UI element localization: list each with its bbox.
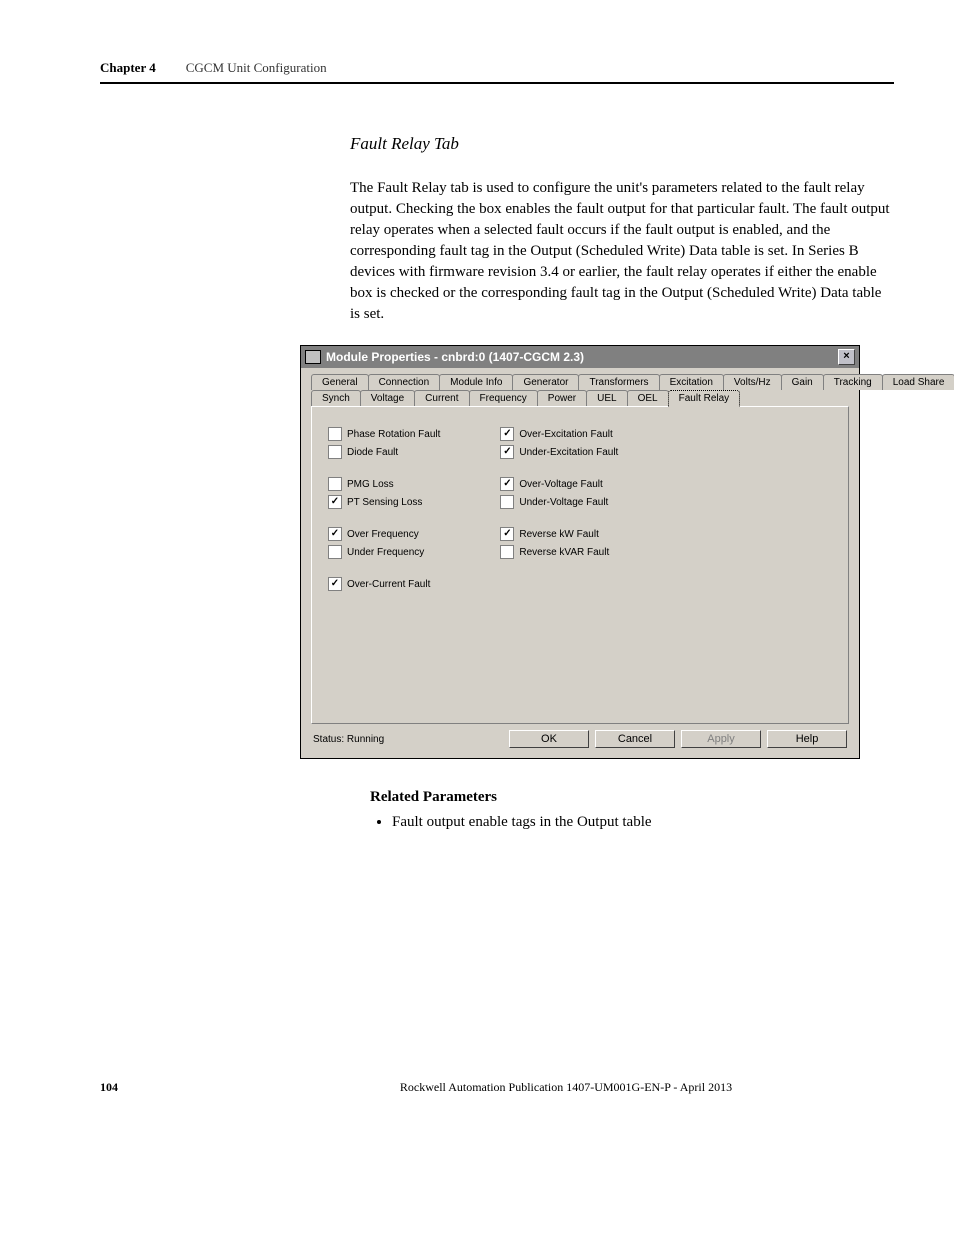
checkbox-row: Under-Voltage Fault: [500, 495, 618, 509]
checkbox-label: PMG Loss: [347, 479, 394, 490]
checkbox-diode-fault[interactable]: [328, 445, 342, 459]
related-heading: Related Parameters: [370, 789, 894, 806]
tab-general[interactable]: General: [311, 374, 369, 390]
tab-oel[interactable]: OEL: [627, 390, 669, 407]
tab-gain[interactable]: Gain: [781, 374, 824, 390]
checkbox-label: Over Frequency: [347, 529, 419, 540]
checkbox-pt-sensing-loss[interactable]: [328, 495, 342, 509]
checkbox-under-excitation-fault[interactable]: [500, 445, 514, 459]
tab-load-share[interactable]: Load Share: [882, 374, 954, 390]
fault-relay-panel: Phase Rotation Fault Diode Fault PMG Loss P…: [311, 406, 849, 724]
tab-fault-relay[interactable]: Fault Relay: [668, 390, 741, 407]
section-heading: Fault Relay Tab: [350, 134, 894, 154]
checkbox-label: Over-Current Fault: [347, 579, 430, 590]
checkbox-label: Phase Rotation Fault: [347, 429, 440, 440]
tab-excitation[interactable]: Excitation: [659, 374, 724, 390]
page-number: 104: [100, 1080, 118, 1095]
checkbox-row: Over-Current Fault: [328, 577, 440, 591]
checkbox-row: PMG Loss: [328, 477, 440, 491]
dialog-tabs: GeneralConnectionModule InfoGeneratorTra…: [311, 374, 849, 407]
checkbox-label: Reverse kVAR Fault: [519, 547, 609, 558]
tab-generator[interactable]: Generator: [512, 374, 579, 390]
tab-frequency[interactable]: Frequency: [469, 390, 538, 407]
tab-synch[interactable]: Synch: [311, 390, 361, 407]
checkbox-row: PT Sensing Loss: [328, 495, 440, 509]
checkbox-over-voltage-fault[interactable]: [500, 477, 514, 491]
checkbox-row: Under Frequency: [328, 545, 440, 559]
checkbox-row: Over-Voltage Fault: [500, 477, 618, 491]
dialog-titlebar: Module Properties - cnbrd:0 (1407-CGCM 2…: [301, 346, 859, 368]
cancel-button[interactable]: Cancel: [595, 730, 675, 748]
tab-module-info[interactable]: Module Info: [439, 374, 513, 390]
tab-volts-hz[interactable]: Volts/Hz: [723, 374, 782, 390]
checkbox-label: Reverse kW Fault: [519, 529, 598, 540]
checkbox-label: Under-Voltage Fault: [519, 497, 608, 508]
checkbox-label: Diode Fault: [347, 447, 398, 458]
checkbox-label: PT Sensing Loss: [347, 497, 422, 508]
publication-info: Rockwell Automation Publication 1407-UM0…: [238, 1080, 894, 1095]
tab-uel[interactable]: UEL: [586, 390, 627, 407]
checkbox-label: Over-Excitation Fault: [519, 429, 612, 440]
section-body: The Fault Relay tab is used to configure…: [350, 178, 894, 325]
checkbox-phase-rotation-fault[interactable]: [328, 427, 342, 441]
checkbox-reverse-kw-fault[interactable]: [500, 527, 514, 541]
checkbox-row: Reverse kW Fault: [500, 527, 618, 541]
ok-button[interactable]: OK: [509, 730, 589, 748]
tab-voltage[interactable]: Voltage: [360, 390, 415, 407]
checkbox-row: Over Frequency: [328, 527, 440, 541]
checkbox-label: Over-Voltage Fault: [519, 479, 602, 490]
checkbox-over-current-fault[interactable]: [328, 577, 342, 591]
checkbox-row: Phase Rotation Fault: [328, 427, 440, 441]
window-icon: [305, 350, 321, 364]
tab-tracking[interactable]: Tracking: [823, 374, 883, 390]
tab-transformers[interactable]: Transformers: [578, 374, 659, 390]
related-item: Fault output enable tags in the Output t…: [392, 814, 894, 831]
chapter-title: CGCM Unit Configuration: [186, 60, 327, 76]
header-rule: [100, 82, 894, 84]
apply-button[interactable]: Apply: [681, 730, 761, 748]
checkbox-reverse-kvar-fault[interactable]: [500, 545, 514, 559]
checkbox-row: Reverse kVAR Fault: [500, 545, 618, 559]
checkbox-under-frequency[interactable]: [328, 545, 342, 559]
checkbox-over-excitation-fault[interactable]: [500, 427, 514, 441]
checkbox-under-voltage-fault[interactable]: [500, 495, 514, 509]
checkbox-row: Under-Excitation Fault: [500, 445, 618, 459]
help-button[interactable]: Help: [767, 730, 847, 748]
close-icon[interactable]: ×: [838, 349, 855, 365]
checkbox-row: Over-Excitation Fault: [500, 427, 618, 441]
tab-current[interactable]: Current: [414, 390, 469, 407]
checkbox-over-frequency[interactable]: [328, 527, 342, 541]
status-text: Status: Running: [313, 734, 384, 745]
dialog-title-text: Module Properties - cnbrd:0 (1407-CGCM 2…: [326, 350, 584, 364]
tab-connection[interactable]: Connection: [368, 374, 441, 390]
module-properties-dialog: Module Properties - cnbrd:0 (1407-CGCM 2…: [300, 345, 860, 759]
checkbox-row: Diode Fault: [328, 445, 440, 459]
checkbox-label: Under Frequency: [347, 547, 424, 558]
tab-power[interactable]: Power: [537, 390, 587, 407]
checkbox-label: Under-Excitation Fault: [519, 447, 618, 458]
chapter-label: Chapter 4: [100, 60, 156, 76]
checkbox-pmg-loss[interactable]: [328, 477, 342, 491]
